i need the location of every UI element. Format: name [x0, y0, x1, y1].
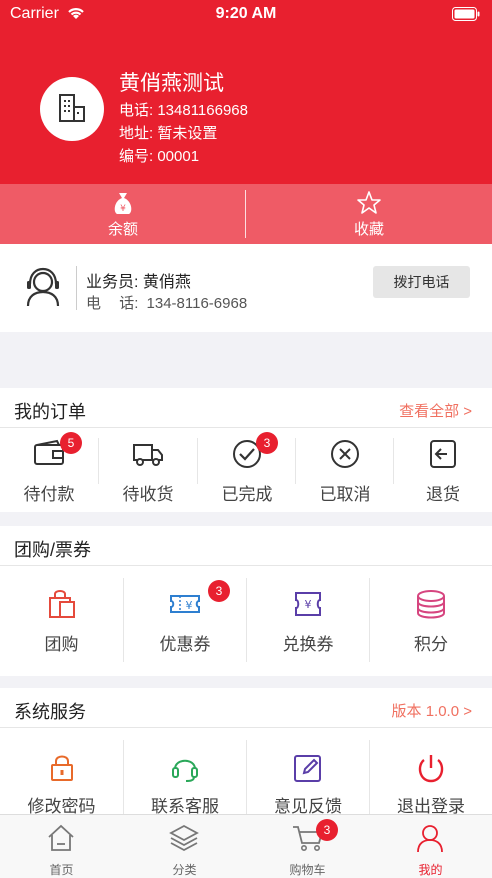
group-item-label: 优惠券	[159, 635, 211, 654]
exchange-voucher-icon: ¥	[295, 592, 321, 616]
edit-icon	[294, 755, 321, 782]
logout-item[interactable]: 退出登录	[370, 728, 492, 826]
call-button[interactable]: 拨打电话	[373, 266, 470, 298]
coupon-item[interactable]: ¥ 3 优惠券	[124, 566, 246, 664]
tab-bar: 首页 分类 3 购物车 我的	[0, 814, 492, 878]
view-all-orders-link[interactable]: 查看全部 >	[399, 400, 472, 421]
completed-badge: 3	[256, 432, 278, 454]
exchange-voucher-item[interactable]: ¥ 兑换券	[247, 566, 369, 664]
tab-categories[interactable]: 分类	[123, 815, 246, 878]
tab-label: 购物车	[289, 863, 326, 877]
group-item-label: 团购	[44, 635, 79, 654]
salesman-phone: 134-8116-6968	[146, 295, 248, 312]
coupon-icon: ¥	[170, 595, 200, 613]
user-number: 编号: 00001	[119, 148, 200, 165]
tab-label: 我的	[418, 863, 443, 877]
x-circle-icon	[331, 440, 359, 468]
favorites-label: 收藏	[353, 221, 384, 238]
shopping-bag-icon	[48, 590, 75, 618]
order-label: 已取消	[319, 485, 371, 504]
points-stack-icon	[417, 590, 445, 619]
balance-button[interactable]: ¥ 余额	[0, 184, 246, 244]
battery-icon	[452, 7, 480, 26]
change-password-item[interactable]: 修改密码	[0, 728, 123, 826]
user-icon	[417, 825, 443, 853]
order-label: 待付款	[23, 485, 75, 504]
order-returns[interactable]: 退货	[394, 428, 492, 508]
points-item[interactable]: 积分	[370, 566, 492, 664]
group-section: 团购/票券 团购 ¥ 3 优惠券 ¥ 兑换券 积分	[0, 526, 492, 676]
power-icon	[418, 755, 444, 783]
user-phone: 电话: 13481166968	[119, 102, 248, 119]
group-buy-item[interactable]: 团购	[0, 566, 123, 664]
system-section: 系统服务 版本 1.0.0 > 修改密码 联系客服 意见反馈 退出登录	[0, 688, 492, 816]
user-name: 黄俏燕测试	[119, 72, 224, 95]
order-label: 待收货	[122, 485, 174, 504]
status-time: 9:20 AM	[215, 5, 277, 22]
cart-badge: 3	[316, 819, 338, 841]
status-bar: Carrier 9:20 AM	[0, 0, 492, 30]
home-icon	[48, 824, 74, 851]
money-bag-icon: ¥	[114, 193, 132, 214]
order-label: 已完成	[221, 485, 273, 504]
system-title: 系统服务	[14, 702, 86, 722]
salesman-divider	[76, 266, 77, 310]
contact-support-item[interactable]: 联系客服	[124, 728, 246, 826]
version-link[interactable]: 版本 1.0.0 >	[392, 700, 472, 721]
salesman-title: 业务员: 黄俏燕	[86, 274, 191, 291]
group-item-label: 积分	[414, 635, 448, 654]
avatar[interactable]	[40, 77, 104, 141]
salesman-phone-label: 电	[86, 295, 102, 312]
coupon-badge: 3	[208, 580, 230, 602]
svg-text:¥: ¥	[186, 599, 193, 612]
order-label: 退货	[426, 485, 460, 504]
tab-label: 分类	[172, 863, 197, 877]
tab-home[interactable]: 首页	[0, 815, 123, 878]
star-icon	[357, 191, 381, 214]
layers-icon	[169, 824, 199, 852]
headset-icon	[172, 759, 198, 782]
profile-header: 黄俏燕测试 电话: 13481166968 地址: 暂未设置 编号: 00001	[0, 30, 492, 184]
orders-header: 我的订单 查看全部 >	[0, 388, 492, 428]
truck-icon	[133, 444, 163, 466]
feedback-item[interactable]: 意见反馈	[247, 728, 369, 826]
salesman-phone-label-2: 话:	[119, 295, 139, 312]
group-title: 团购/票券	[14, 540, 92, 560]
balance-label: 余额	[107, 221, 138, 238]
pending-payment-badge: 5	[60, 432, 82, 454]
return-icon	[430, 440, 456, 468]
tab-mine[interactable]: 我的	[369, 815, 492, 878]
tab-cart[interactable]: 3 购物车	[246, 815, 369, 878]
order-completed[interactable]: 3 已完成	[198, 428, 296, 508]
orders-title: 我的订单	[14, 402, 86, 422]
salesman-card: 业务员: 黄俏燕 电 话: 134-8116-6968 拨打电话	[0, 244, 492, 332]
group-item-label: 兑换券	[282, 635, 334, 654]
svg-text:¥: ¥	[305, 598, 312, 611]
user-address: 地址: 暂未设置	[119, 125, 218, 142]
wallet-bar: ¥ 余额 收藏	[0, 184, 492, 244]
group-header: 团购/票券	[0, 526, 492, 566]
order-cancelled[interactable]: 已取消	[296, 428, 394, 508]
tab-label: 首页	[49, 863, 74, 877]
headset-person-icon	[22, 266, 64, 313]
system-header: 系统服务 版本 1.0.0 >	[0, 688, 492, 728]
lock-icon	[50, 755, 73, 781]
building-icon	[59, 94, 85, 122]
favorites-button[interactable]: 收藏	[246, 184, 492, 244]
order-pending-payment[interactable]: 5 待付款	[0, 428, 98, 508]
svg-text:¥: ¥	[120, 204, 126, 214]
order-pending-receipt[interactable]: 待收货	[99, 428, 197, 508]
orders-section: 我的订单 查看全部 > 5 待付款 待收货 3 已完成 已取消 退货	[0, 388, 492, 512]
salesman-phone-row: 电 话: 134-8116-6968	[86, 292, 247, 313]
